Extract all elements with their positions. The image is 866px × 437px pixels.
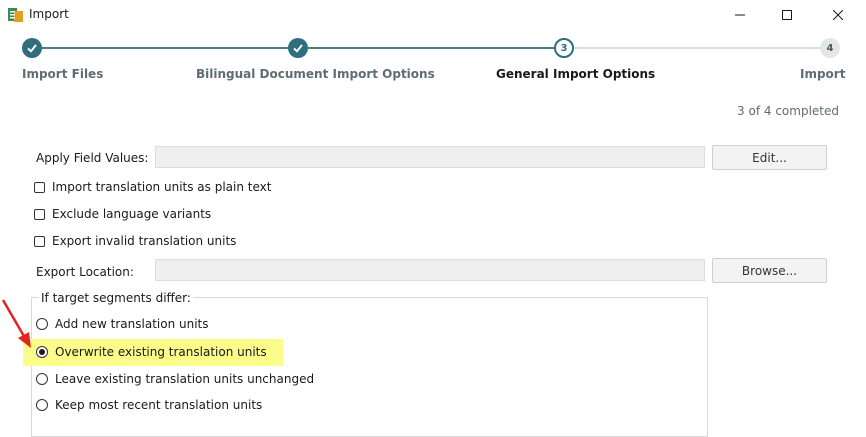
step-2-complete[interactable] — [288, 38, 308, 58]
step-label-import[interactable]: Import — [800, 67, 845, 81]
checkbox-export-invalid[interactable]: Export invalid translation units — [34, 234, 236, 248]
export-location-label: Export Location: — [36, 265, 134, 279]
stepper-track-1 — [42, 47, 288, 49]
annotation-arrow-icon — [1, 299, 31, 348]
checkbox-exclude-variants[interactable]: Exclude language variants — [34, 207, 211, 221]
step-4-pending[interactable]: 4 — [820, 38, 840, 58]
checkbox-label: Import translation units as plain text — [52, 180, 272, 194]
checkbox-label: Export invalid translation units — [52, 234, 237, 248]
apply-field-values-field[interactable] — [155, 146, 705, 168]
radio-leave-unchanged[interactable]: Leave existing translation units unchang… — [36, 372, 314, 386]
progress-text: 3 of 4 completed — [737, 104, 839, 118]
radio-add-new[interactable]: Add new translation units — [36, 317, 209, 331]
radio-keep-recent[interactable]: Keep most recent translation units — [36, 398, 262, 412]
radio-label: Overwrite existing translation units — [55, 345, 267, 359]
radio-label: Add new translation units — [55, 317, 209, 331]
radio-label: Leave existing translation units unchang… — [55, 372, 315, 386]
step-number: 3 — [560, 42, 568, 54]
window-title: Import — [29, 7, 69, 21]
edit-button[interactable]: Edit... — [712, 145, 827, 170]
checkbox-plain-text[interactable]: Import translation units as plain text — [34, 180, 271, 194]
radio-button[interactable] — [36, 399, 48, 411]
checkbox-box[interactable] — [34, 235, 45, 247]
stepper-track-3 — [574, 47, 820, 49]
group-title: If target segments differ: — [39, 291, 193, 305]
minimize-button[interactable] — [717, 0, 763, 30]
maximize-button[interactable] — [764, 0, 810, 30]
step-label-general-options[interactable]: General Import Options — [496, 67, 655, 81]
title-bar: Import — [0, 0, 866, 30]
check-icon — [293, 44, 303, 53]
step-3-current[interactable]: 3 — [554, 38, 574, 58]
check-icon — [27, 44, 37, 53]
close-icon — [833, 10, 843, 20]
stepper-track-2 — [308, 47, 554, 49]
browse-button[interactable]: Browse... — [712, 258, 827, 283]
checkbox-label: Exclude language variants — [52, 207, 212, 221]
maximize-icon — [782, 10, 792, 20]
radio-label: Keep most recent translation units — [55, 398, 263, 412]
app-icon — [8, 8, 23, 22]
minimize-icon — [735, 14, 745, 16]
close-button[interactable] — [815, 0, 861, 30]
checkbox-box[interactable] — [34, 181, 45, 193]
apply-field-values-label: Apply Field Values: — [36, 151, 149, 165]
radio-button[interactable] — [36, 373, 48, 385]
step-number: 4 — [826, 42, 834, 54]
step-1-complete[interactable] — [22, 38, 42, 58]
radio-overwrite[interactable]: Overwrite existing translation units — [36, 345, 267, 359]
checkbox-box[interactable] — [34, 208, 45, 220]
step-label-bilingual-options[interactable]: Bilingual Document Import Options — [196, 67, 435, 81]
export-location-field[interactable] — [155, 259, 705, 281]
step-label-import-files[interactable]: Import Files — [22, 67, 103, 81]
